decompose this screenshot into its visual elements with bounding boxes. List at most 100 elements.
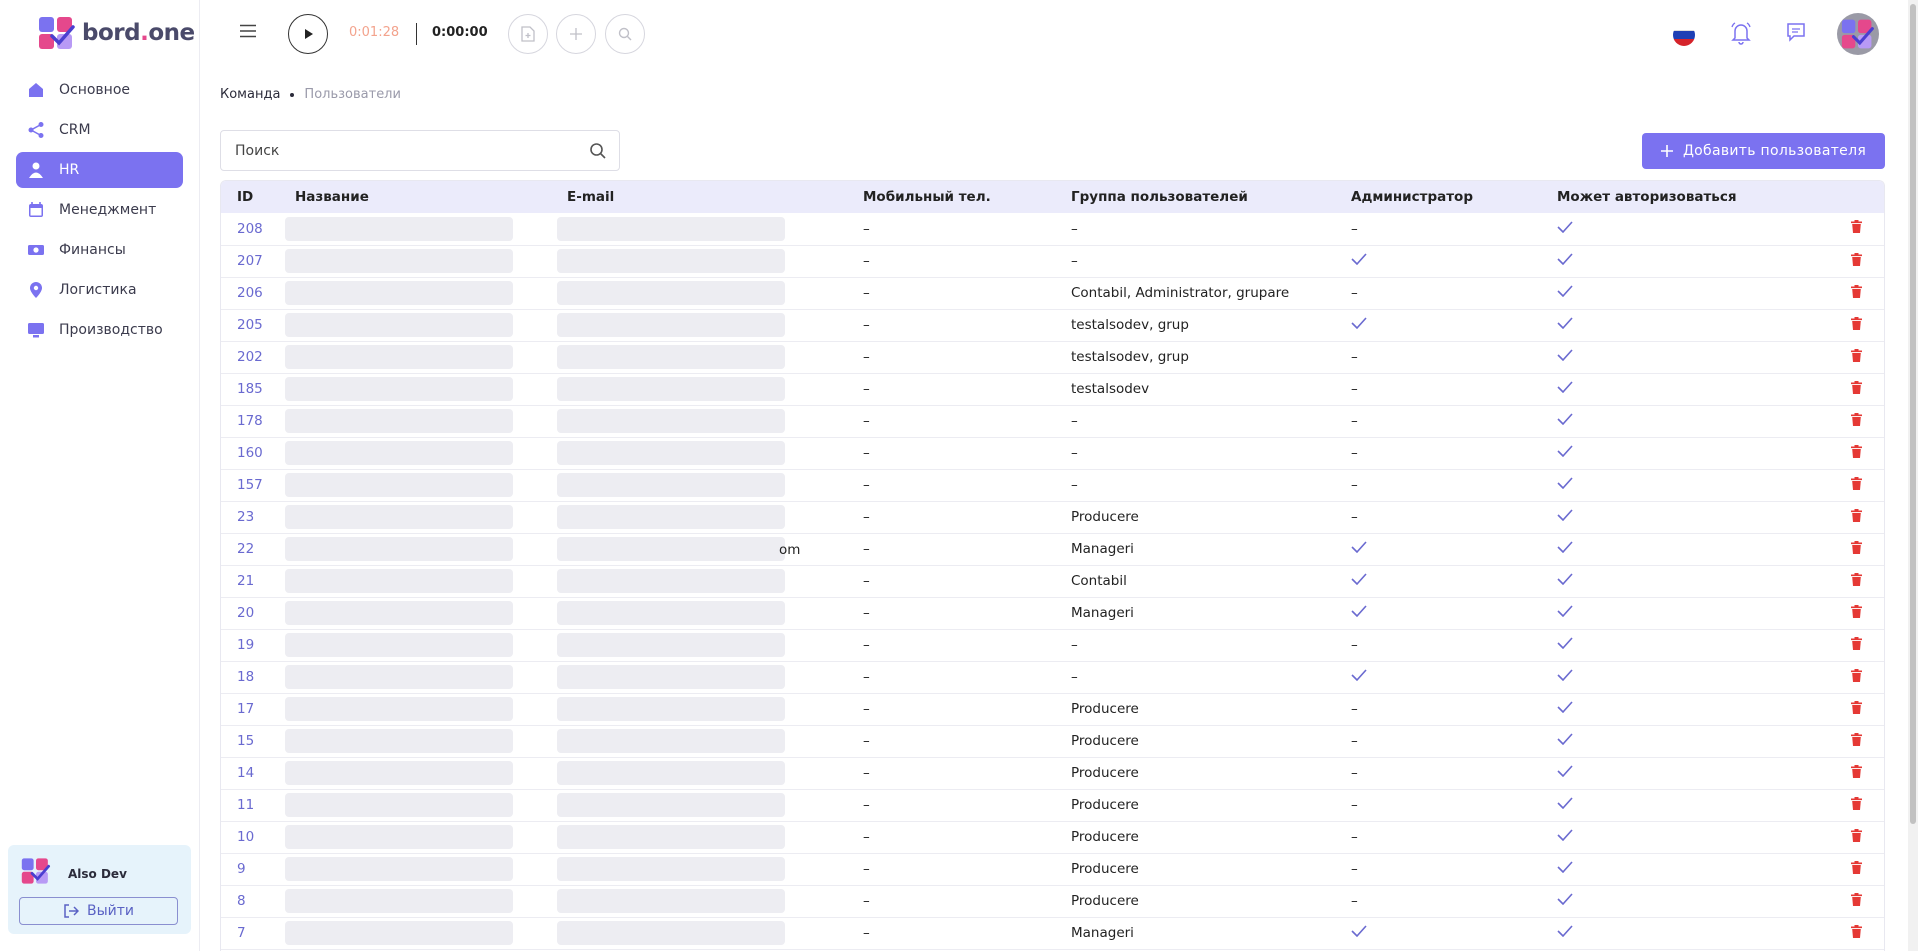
hamburger-menu-icon[interactable] xyxy=(240,24,256,38)
delete-button[interactable] xyxy=(1826,917,1884,950)
table-row[interactable]: 11 – Producere – xyxy=(221,789,1884,822)
table-row[interactable]: 7 – Manageri xyxy=(221,917,1884,950)
trash-icon[interactable] xyxy=(1850,764,1862,778)
delete-button[interactable] xyxy=(1826,821,1884,854)
cell-id[interactable]: 23 xyxy=(221,501,279,534)
table-row[interactable]: 20 – Manageri xyxy=(221,597,1884,630)
trash-icon[interactable] xyxy=(1850,828,1862,842)
cell-id[interactable]: 17 xyxy=(221,693,279,726)
trash-icon[interactable] xyxy=(1850,476,1862,490)
delete-button[interactable] xyxy=(1826,309,1884,342)
table-row[interactable]: 157– – – xyxy=(221,469,1884,502)
search-icon[interactable] xyxy=(589,142,607,160)
table-row[interactable]: 19– – – xyxy=(221,629,1884,662)
table-row[interactable]: 15 – Producere – xyxy=(221,725,1884,758)
trash-icon[interactable] xyxy=(1850,700,1862,714)
logout-button[interactable]: Выйти xyxy=(19,897,178,925)
cell-id[interactable]: 185 xyxy=(221,373,279,406)
trash-icon[interactable] xyxy=(1850,380,1862,394)
breadcrumb-team[interactable]: Команда xyxy=(220,87,280,102)
trash-icon[interactable] xyxy=(1850,636,1862,650)
cell-id[interactable]: 22 xyxy=(221,533,279,566)
table-row[interactable]: 185 – testalsodev – xyxy=(221,373,1884,406)
cell-id[interactable]: 205 xyxy=(221,309,279,342)
column-header-phone[interactable]: Мобильный тел. xyxy=(847,181,1055,213)
table-row[interactable]: 206 – Contabil, Administrator, grupare – xyxy=(221,277,1884,310)
delete-button[interactable] xyxy=(1826,373,1884,406)
cell-id[interactable]: 206 xyxy=(221,277,279,310)
table-row[interactable]: 22 om – Manageri xyxy=(221,533,1884,566)
delete-button[interactable] xyxy=(1826,245,1884,278)
add-user-button[interactable]: Добавить пользователя xyxy=(1642,133,1885,169)
trash-icon[interactable] xyxy=(1850,924,1862,938)
cell-id[interactable]: 21 xyxy=(221,565,279,598)
delete-button[interactable] xyxy=(1826,277,1884,310)
trash-icon[interactable] xyxy=(1850,668,1862,682)
page-scrollbar[interactable] xyxy=(1908,0,1918,951)
sidebar-item-hr[interactable]: HR xyxy=(16,152,183,188)
table-row[interactable]: 207 – – xyxy=(221,245,1884,278)
table-row[interactable]: 14 – Producere – xyxy=(221,757,1884,790)
delete-button[interactable] xyxy=(1826,469,1884,502)
trash-icon[interactable] xyxy=(1850,540,1862,554)
search-input[interactable] xyxy=(235,131,575,170)
sidebar-item-finance[interactable]: Финансы xyxy=(16,232,183,268)
table-row[interactable]: 160– – – xyxy=(221,437,1884,470)
cell-id[interactable]: 11 xyxy=(221,789,279,822)
cell-id[interactable]: 20 xyxy=(221,597,279,630)
delete-button[interactable] xyxy=(1826,853,1884,886)
column-header-email[interactable]: E-mail xyxy=(551,181,847,213)
table-row[interactable]: 9 – Producere – xyxy=(221,853,1884,886)
cell-id[interactable]: 178 xyxy=(221,405,279,438)
cell-id[interactable]: 207 xyxy=(221,245,279,278)
chat-icon[interactable] xyxy=(1786,22,1806,42)
cell-id[interactable]: 160 xyxy=(221,437,279,470)
scrollbar-thumb[interactable] xyxy=(1910,4,1916,824)
delete-button[interactable] xyxy=(1826,661,1884,694)
delete-button[interactable] xyxy=(1826,885,1884,918)
table-row[interactable]: 10 – Producere – xyxy=(221,821,1884,854)
table-row[interactable]: 205 – testalsodev, grup xyxy=(221,309,1884,342)
trash-icon[interactable] xyxy=(1850,284,1862,298)
cell-id[interactable]: 15 xyxy=(221,725,279,758)
cell-id[interactable]: 157 xyxy=(221,469,279,502)
delete-button[interactable] xyxy=(1826,725,1884,758)
cell-id[interactable]: 7 xyxy=(221,917,279,950)
sidebar-item-management[interactable]: Менеджмент xyxy=(16,192,183,228)
cell-id[interactable]: 202 xyxy=(221,341,279,374)
trash-icon[interactable] xyxy=(1850,572,1862,586)
avatar[interactable] xyxy=(1837,13,1879,55)
cell-id[interactable]: 208 xyxy=(221,213,279,246)
sidebar-item-logistics[interactable]: Логистика xyxy=(16,272,183,308)
sidebar-item-production[interactable]: Производство xyxy=(16,312,183,348)
table-row[interactable]: 202 – testalsodev, grup – xyxy=(221,341,1884,374)
table-row[interactable]: 178– – – xyxy=(221,405,1884,438)
app-logo[interactable]: bord.one xyxy=(38,16,195,50)
play-button[interactable] xyxy=(288,14,328,54)
delete-button[interactable] xyxy=(1826,341,1884,374)
search-button[interactable] xyxy=(605,14,645,54)
trash-icon[interactable] xyxy=(1850,220,1862,234)
cell-id[interactable]: 14 xyxy=(221,757,279,790)
trash-icon[interactable] xyxy=(1850,316,1862,330)
sidebar-item-crm[interactable]: CRM xyxy=(16,112,183,148)
trash-icon[interactable] xyxy=(1850,796,1862,810)
column-header-group[interactable]: Группа пользователей xyxy=(1055,181,1335,213)
delete-button[interactable] xyxy=(1826,533,1884,566)
column-header-admin[interactable]: Администратор xyxy=(1335,181,1541,213)
trash-icon[interactable] xyxy=(1850,444,1862,458)
delete-button[interactable] xyxy=(1826,629,1884,662)
cell-id[interactable]: 9 xyxy=(221,853,279,886)
delete-button[interactable] xyxy=(1826,501,1884,534)
table-row[interactable]: 17 – Producere – xyxy=(221,693,1884,726)
trash-icon[interactable] xyxy=(1850,604,1862,618)
cell-id[interactable]: 18 xyxy=(221,661,279,694)
delete-button[interactable] xyxy=(1826,757,1884,790)
new-document-button[interactable] xyxy=(508,14,548,54)
delete-button[interactable] xyxy=(1826,597,1884,630)
russian-flag-icon[interactable] xyxy=(1673,24,1695,46)
column-header-can-login[interactable]: Может авторизоваться xyxy=(1541,181,1826,213)
trash-icon[interactable] xyxy=(1850,860,1862,874)
delete-button[interactable] xyxy=(1826,565,1884,598)
trash-icon[interactable] xyxy=(1850,892,1862,906)
